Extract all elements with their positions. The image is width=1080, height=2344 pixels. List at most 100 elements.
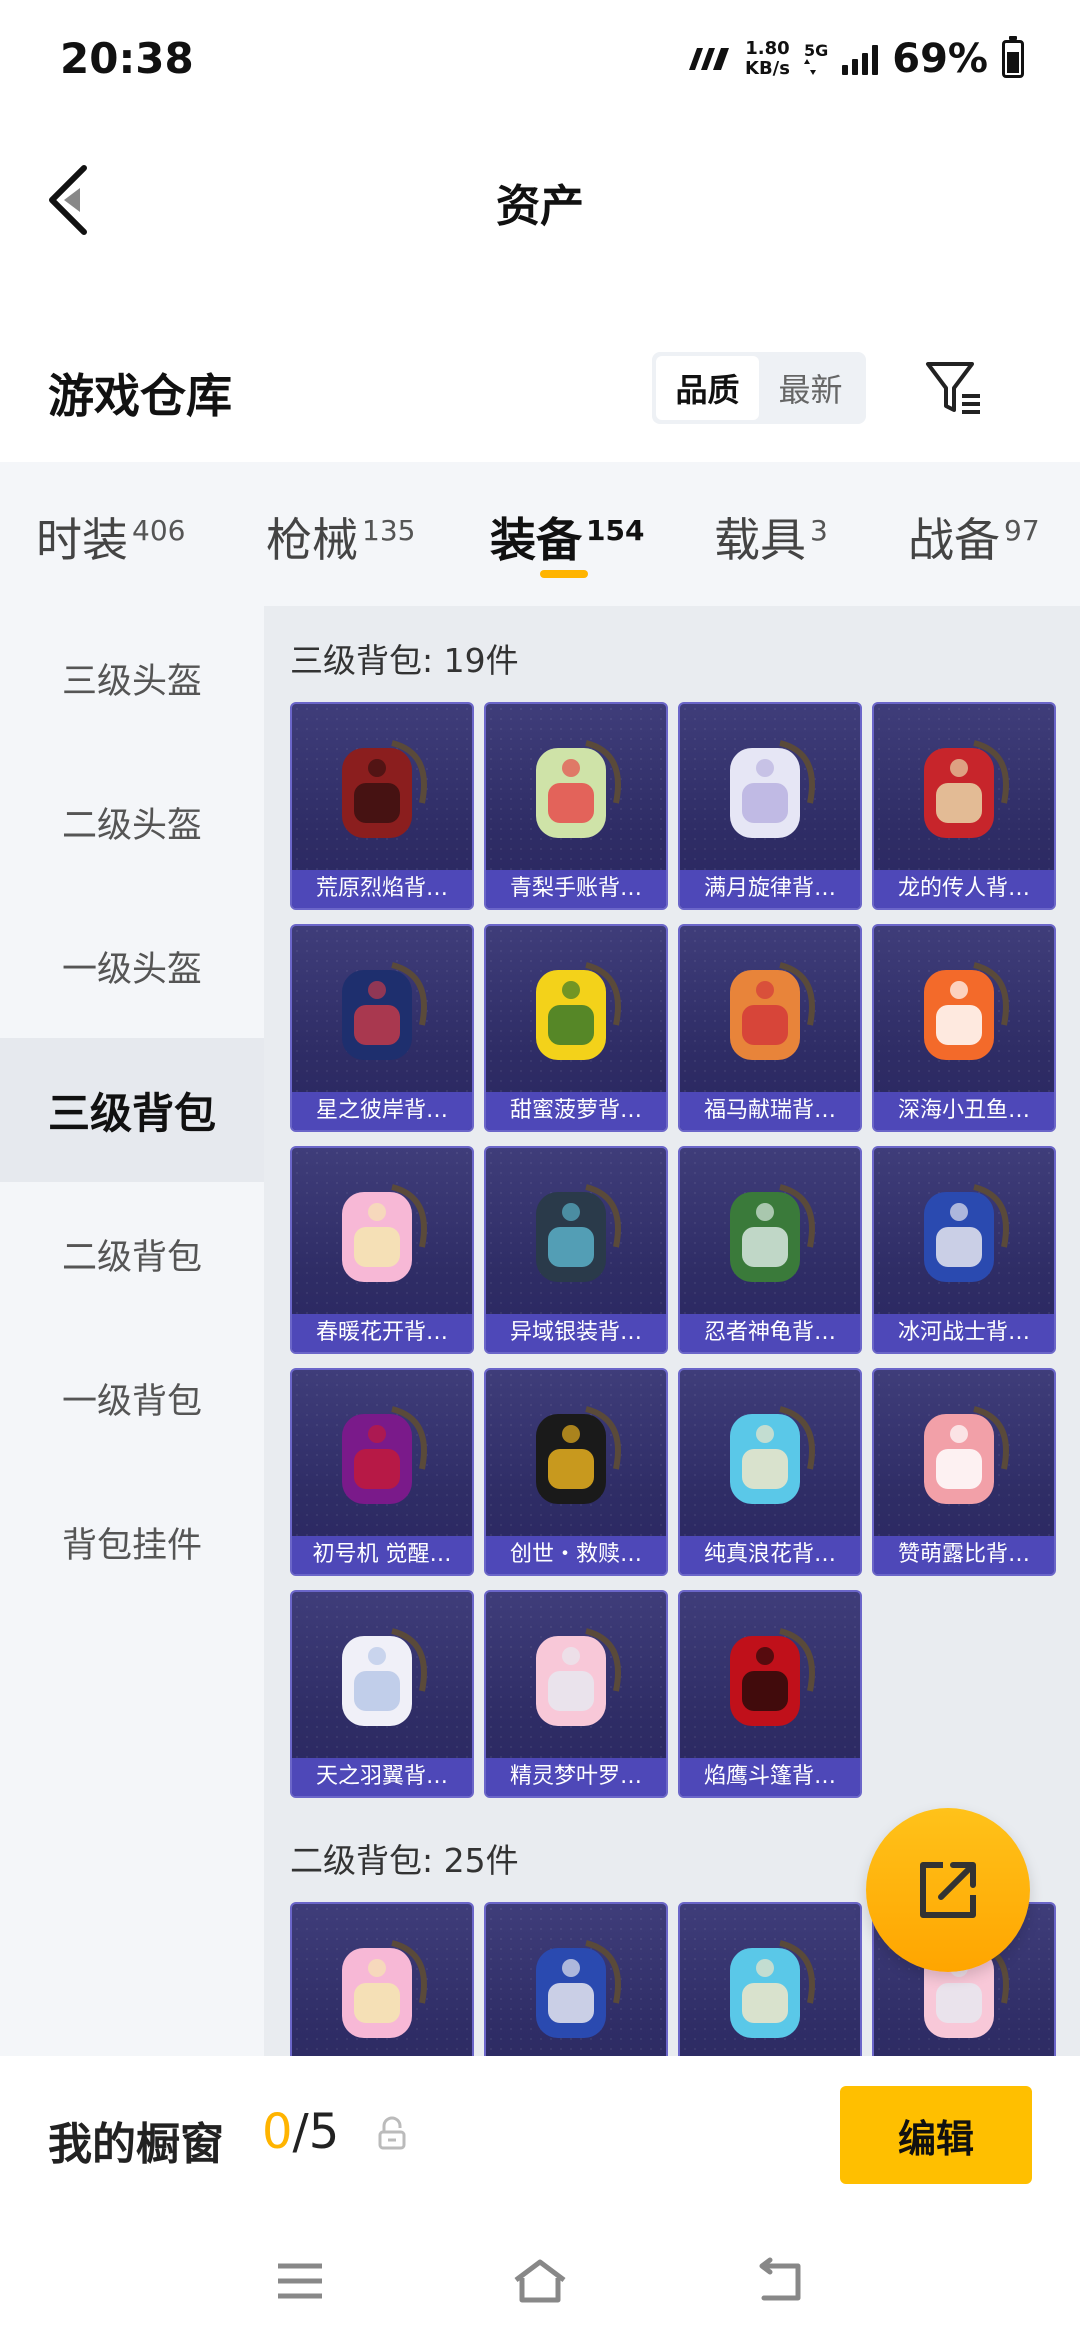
backpack-card[interactable]: 创世・救赎… [484, 1368, 668, 1576]
backpack-name: 创世・救赎… [486, 1536, 666, 1574]
backpack-name: 深海小丑鱼… [874, 1092, 1054, 1130]
page-title: 资产 [496, 181, 584, 232]
section-title-backpack-2: 二级背包: 25件 [290, 1841, 519, 1880]
backpack-icon [730, 962, 815, 1060]
sort-newest-button[interactable]: 最新 [759, 356, 862, 420]
status-bar: 20:38 1.80 KB/s 5G 69% [0, 0, 1080, 120]
tab-vehicles[interactable]: 载具 3 [714, 504, 828, 570]
backpack-icon [924, 1406, 1009, 1504]
backpack-card[interactable]: 赞萌露比背… [872, 1368, 1056, 1576]
backpack-card[interactable] [290, 1902, 474, 2056]
backpack-icon [342, 1628, 427, 1726]
showcase-bar: 我的橱窗 0/5 编辑 [0, 2056, 1080, 2216]
backpack-card[interactable]: 冰河战士背… [872, 1146, 1056, 1354]
backpack-icon [924, 1184, 1009, 1282]
backpack-card[interactable]: 异域银装背… [484, 1146, 668, 1354]
backpack-card[interactable]: 福马献瑞背… [678, 924, 862, 1132]
backpack-icon [342, 1940, 427, 2038]
backpack-card[interactable]: 龙的传人背… [872, 702, 1056, 910]
backpack-image [680, 704, 860, 872]
backpack-card[interactable]: 甜蜜菠萝背… [484, 924, 668, 1132]
backpack-icon [342, 740, 427, 838]
tab-weapons[interactable]: 枪械 135 [266, 504, 415, 570]
sidebar-item-helmet-2[interactable]: 二级头盔 [0, 750, 264, 894]
showcase-count: 0/5 [262, 2104, 340, 2160]
backpack-icon [536, 1940, 621, 2038]
edit-button[interactable]: 编辑 [840, 2086, 1032, 2184]
lock-icon [378, 2116, 406, 2150]
backpack-name: 精灵梦叶罗… [486, 1758, 666, 1796]
backpack-card[interactable]: 满月旋律背… [678, 702, 862, 910]
backpack-image [486, 926, 666, 1094]
backpack-image [874, 1148, 1054, 1316]
section-title-backpack-3: 三级背包: 19件 [290, 641, 519, 680]
backpack-name: 满月旋律背… [680, 870, 860, 908]
backpack-icon [730, 1406, 815, 1504]
backpack-icon [536, 1406, 621, 1504]
backpack-icon [730, 1628, 815, 1726]
backpack-image [486, 704, 666, 872]
backpack-name: 福马献瑞背… [680, 1092, 860, 1130]
backpack-name: 纯真浪花背… [680, 1536, 860, 1574]
sidebar-item-backpack-pendant[interactable]: 背包挂件 [0, 1470, 264, 1614]
backpack-icon [536, 1628, 621, 1726]
backpack-image [680, 926, 860, 1094]
backpack-card[interactable]: 纯真浪花背… [678, 1368, 862, 1576]
backpack-icon [536, 962, 621, 1060]
warehouse-title: 游戏仓库 [48, 369, 232, 423]
tab-supplies[interactable]: 战备 97 [908, 504, 1040, 570]
backpack-image [874, 1370, 1054, 1538]
backpack-name: 焰鹰斗篷背… [680, 1758, 860, 1796]
backpack-icon [730, 1940, 815, 2038]
category-tabs: 时装 406 枪械 135 装备 154 载具 3 战备 97 [0, 462, 1080, 606]
backpack-card[interactable] [484, 1902, 668, 2056]
backpack-icon [730, 740, 815, 838]
backpack-name: 青梨手账背… [486, 870, 666, 908]
backpack-name: 荒原烈焰背… [292, 870, 472, 908]
sort-quality-button[interactable]: 品质 [656, 356, 759, 420]
backpack-name: 天之羽翼背… [292, 1758, 472, 1796]
backpack-card[interactable]: 忍者神龟背… [678, 1146, 862, 1354]
filter-button[interactable] [922, 356, 986, 420]
backpack-image [486, 1148, 666, 1316]
backpack-card[interactable]: 精灵梦叶罗… [484, 1590, 668, 1798]
sort-toggle: 品质 最新 [652, 352, 866, 424]
sidebar-item-helmet-1[interactable]: 一级头盔 [0, 894, 264, 1038]
backpack-name: 异域银装背… [486, 1314, 666, 1352]
sidebar-item-backpack-1[interactable]: 一级背包 [0, 1326, 264, 1470]
backpack-card[interactable]: 初号机 觉醒… [290, 1368, 474, 1576]
backpack-card[interactable] [678, 1902, 862, 2056]
backpack-icon [342, 1406, 427, 1504]
backpack-card[interactable]: 星之彼岸背… [290, 924, 474, 1132]
backpack-card[interactable]: 天之羽翼背… [290, 1590, 474, 1798]
backpack-name: 甜蜜菠萝背… [486, 1092, 666, 1130]
backpack-name: 忍者神龟背… [680, 1314, 860, 1352]
back-nav-icon[interactable] [752, 2256, 808, 2306]
share-icon [920, 1862, 976, 1918]
backpack-icon [730, 1184, 815, 1282]
backpack-image [486, 1904, 666, 2056]
network-type: 5G [803, 43, 828, 75]
sidebar-item-backpack-2[interactable]: 二级背包 [0, 1182, 264, 1326]
sidebar-item-helmet-3[interactable]: 三级头盔 [0, 606, 264, 750]
tab-fashion[interactable]: 时装 406 [36, 504, 185, 570]
backpack-image [680, 1904, 860, 2056]
backpack-image [486, 1592, 666, 1760]
home-icon[interactable] [512, 2256, 568, 2306]
sidebar-item-backpack-3[interactable]: 三级背包 [0, 1038, 264, 1182]
backpack-card[interactable]: 荒原烈焰背… [290, 702, 474, 910]
backpack-card[interactable]: 深海小丑鱼… [872, 924, 1056, 1132]
backpack-icon [536, 740, 621, 838]
backpack-image [292, 1370, 472, 1538]
menu-icon[interactable] [272, 2256, 328, 2306]
backpack-name: 赞萌露比背… [874, 1536, 1054, 1574]
tab-equipment[interactable]: 装备 154 [490, 504, 644, 570]
backpack-name: 初号机 觉醒… [292, 1536, 472, 1574]
active-tab-indicator [540, 570, 588, 578]
backpack-card[interactable]: 焰鹰斗篷背… [678, 1590, 862, 1798]
share-float-button[interactable] [866, 1808, 1030, 1972]
backpack-image [874, 704, 1054, 872]
backpack-card[interactable]: 春暖花开背… [290, 1146, 474, 1354]
backpack-card[interactable]: 青梨手账背… [484, 702, 668, 910]
backpack-icon [924, 962, 1009, 1060]
